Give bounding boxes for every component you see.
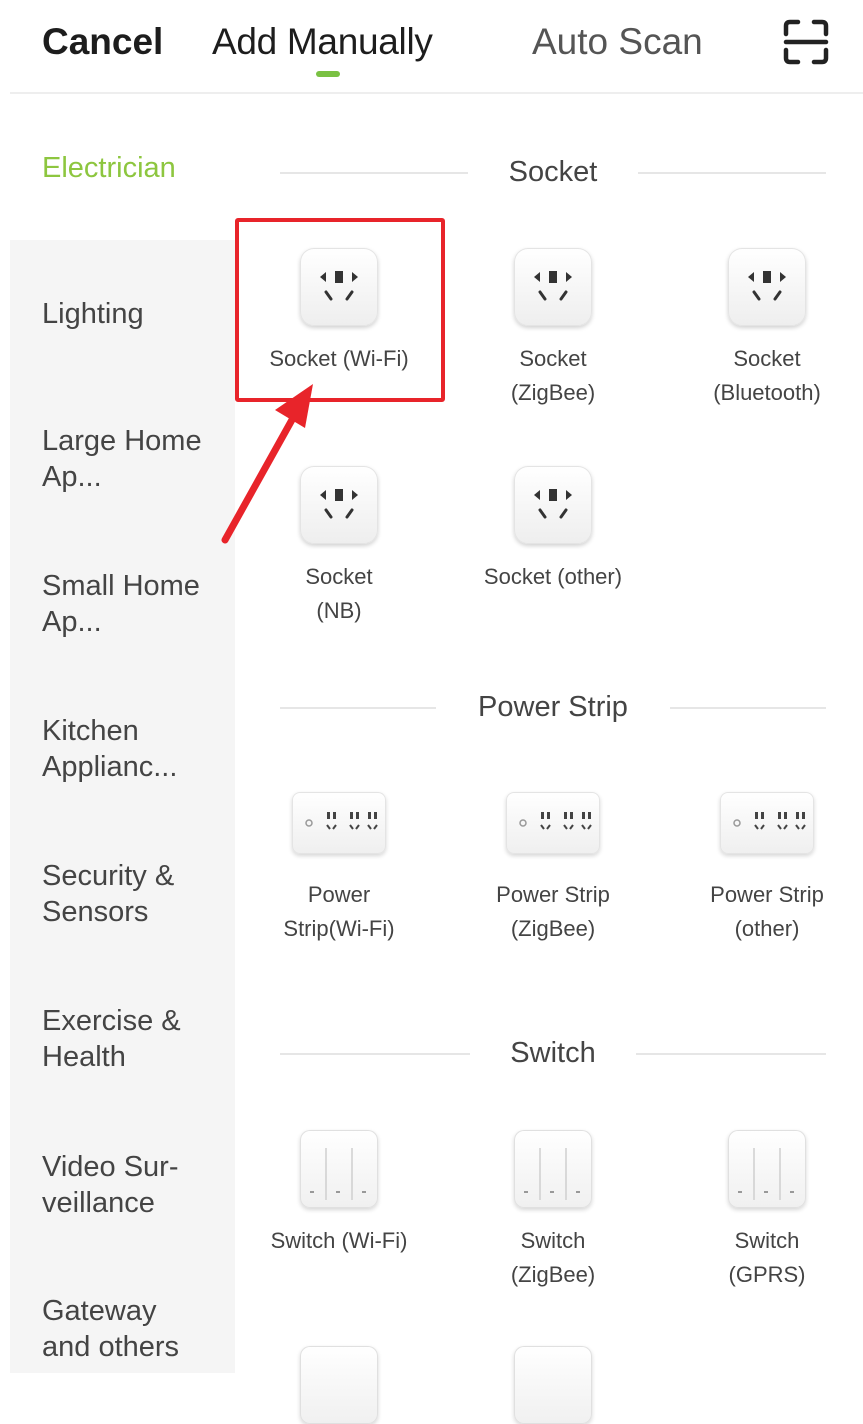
switch-icon (300, 1130, 378, 1208)
device-power-strip-other[interactable]: Power Strip (other) (660, 792, 863, 946)
power-strip-icon (720, 792, 814, 854)
device-socket-other[interactable]: Socket (other) (446, 466, 660, 594)
tab-auto-scan[interactable]: Auto Scan (532, 20, 703, 64)
cancel-button[interactable]: Cancel (42, 20, 163, 64)
tab-add-manually[interactable]: Add Manually (212, 20, 433, 64)
sidebar-item-small-home-appliances[interactable]: Small Home Ap... (42, 568, 212, 640)
device-label: Switch (ZigBee) (510, 1228, 596, 1287)
power-strip-icon (506, 792, 600, 854)
scan-icon[interactable] (782, 18, 830, 66)
device-label: Power Strip(Wi-Fi) (283, 882, 395, 941)
sidebar-item-exercise-health[interactable]: Exercise & Health (42, 1003, 212, 1075)
device-label: Socket (other) (483, 564, 623, 589)
section-header-switch: Switch (280, 1033, 826, 1073)
sidebar-item-kitchen-appliances[interactable]: Kitchen Applianc... (42, 713, 212, 785)
device-socket-bluetooth[interactable]: Socket (Bluetooth) (660, 248, 863, 410)
device-switch-wifi[interactable]: Switch (Wi-Fi) (232, 1130, 446, 1258)
device-power-strip-wifi[interactable]: Power Strip(Wi-Fi) (232, 792, 446, 946)
device-socket-zigbee[interactable]: Socket (ZigBee) (446, 248, 660, 410)
switch-icon (514, 1130, 592, 1208)
sidebar-item-security-sensors[interactable]: Security & Sensors (42, 858, 212, 930)
pointer-arrow-icon (221, 384, 313, 544)
section-header-power-strip: Power Strip (280, 687, 826, 727)
device-switch-zigbee[interactable]: Switch (ZigBee) (446, 1130, 660, 1292)
section-header-socket: Socket (280, 152, 826, 192)
device-label: Power Strip (ZigBee) (496, 882, 610, 941)
device-label: Switch (GPRS) (728, 1228, 806, 1287)
device-label: Socket (Bluetooth) (713, 346, 821, 405)
switch-icon (514, 1346, 592, 1424)
device-label: Socket (NB) (305, 564, 373, 623)
sidebar-item-electrician[interactable]: Electrician (42, 150, 176, 186)
header-divider (10, 92, 863, 94)
switch-icon (300, 1346, 378, 1424)
device-switch-gprs[interactable]: Switch (GPRS) (660, 1130, 863, 1292)
switch-icon (728, 1130, 806, 1208)
highlight-box (235, 218, 445, 402)
device-label: Power Strip (other) (710, 882, 824, 941)
sidebar-item-large-home-appliances[interactable]: Large Home Ap... (42, 423, 212, 495)
sidebar-item-gateway-others[interactable]: Gateway and others (42, 1293, 212, 1365)
active-tab-indicator (316, 71, 340, 77)
socket-icon (728, 248, 806, 326)
device-label: Switch (Wi-Fi) (270, 1228, 408, 1253)
section-title: Socket (490, 156, 616, 188)
section-title: Switch (492, 1037, 614, 1069)
section-title: Power Strip (460, 691, 646, 723)
sidebar-item-video-surveillance[interactable]: Video Sur-veillance (42, 1149, 212, 1221)
power-strip-icon (292, 792, 386, 854)
sidebar-item-lighting[interactable]: Lighting (42, 296, 144, 332)
socket-icon (514, 466, 592, 544)
top-bar: Cancel Add Manually Auto Scan (0, 0, 863, 94)
device-label: Socket (ZigBee) (510, 346, 596, 405)
socket-icon (514, 248, 592, 326)
device-power-strip-zigbee[interactable]: Power Strip (ZigBee) (446, 792, 660, 946)
